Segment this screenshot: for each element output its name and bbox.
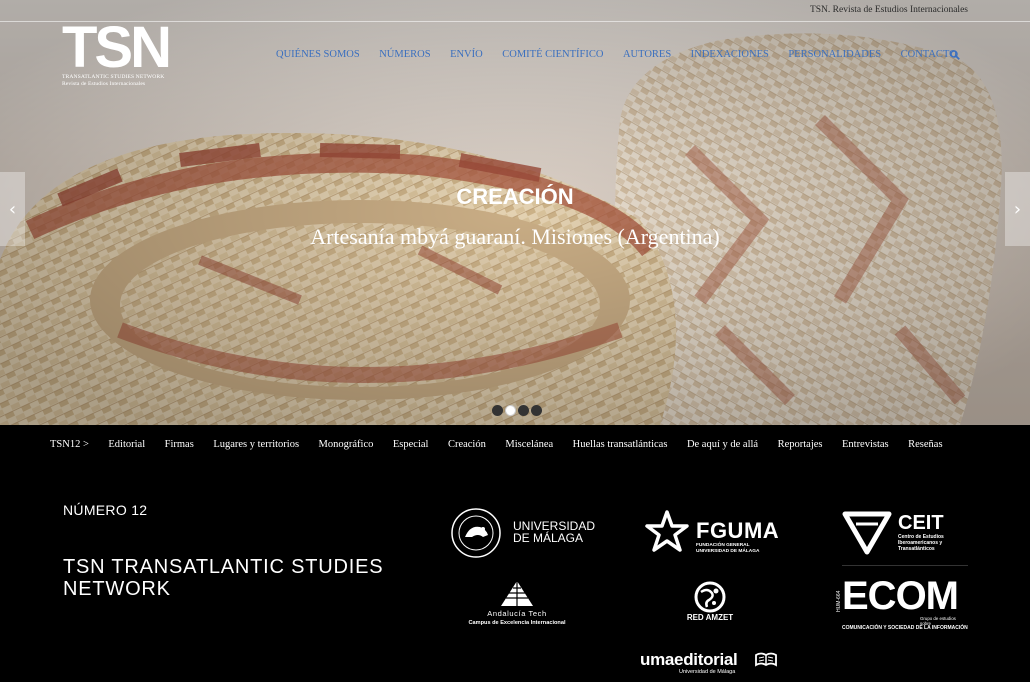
slide-title: CREACIÓN — [456, 184, 574, 209]
sponsor-uma-line2: DE MÁLAGA — [513, 531, 584, 545]
nav-item-quienes-somos[interactable]: QUIÉNES SOMOS — [276, 49, 360, 60]
section-item-entrevistas[interactable]: Entrevistas — [842, 439, 889, 450]
site-logo[interactable]: TSN TRANSATLANTIC STUDIES NETWORK Revist… — [62, 15, 172, 92]
section-item-huellas[interactable]: Huellas transatlánticas — [573, 439, 668, 450]
slider-dot[interactable] — [531, 405, 542, 416]
star-icon — [645, 510, 689, 552]
sponsor-umaeditorial-desc: Universidad de Málaga — [679, 669, 736, 675]
globe-icon — [694, 581, 726, 613]
nav-item-comite-cientifico[interactable]: COMITÉ CIENTÍFICO — [502, 49, 603, 60]
site-name: TSN. Revista de Estudios Internacionales — [809, 5, 968, 15]
sponsor-fguma-line2: UNIVERSIDAD DE MÁLAGA — [696, 549, 760, 554]
section-item-firmas[interactable]: Firmas — [165, 439, 194, 450]
sponsor-ceit-desc: Centro de Estudios Iberoamericanos y Tra… — [898, 534, 944, 552]
logo-tagline: Revista de Estudios Internacionales — [62, 81, 146, 87]
section-item-tsn12[interactable]: TSN12 > — [50, 439, 89, 450]
nav-item-contacto[interactable]: CONTACTO — [901, 49, 957, 60]
sponsor-ecom-desc2: COMUNICACIÓN Y SOCIEDAD DE LA INFORMACIÓ… — [842, 625, 968, 631]
section-item-editorial[interactable]: Editorial — [108, 439, 145, 450]
section-item-miscelanea[interactable]: Miscelánea — [505, 439, 553, 450]
university-seal-icon — [451, 508, 501, 558]
nav-item-autores[interactable]: AUTORES — [623, 49, 671, 60]
sponsor-ceit-logo[interactable]: CEIT Centro de Estudios Iberoamericanos … — [842, 510, 968, 566]
section-item-creacion[interactable]: Creación — [448, 439, 486, 450]
sponsor-umaeditorial-logo[interactable]: umaeditorial Universidad de Málaga — [640, 650, 780, 680]
slider-dot[interactable] — [518, 405, 529, 416]
sponsor-umaeditorial-name: umaeditorial — [640, 650, 738, 669]
sponsor-fguma-name: FGUMA — [696, 518, 780, 543]
slider-pagination — [492, 405, 542, 416]
nav-item-indexaciones[interactable]: INDEXACIONES — [691, 49, 769, 60]
sponsor-andalucia-tech-name: Andalucía Tech — [487, 609, 547, 618]
search-icon[interactable] — [950, 50, 960, 60]
sponsor-fguma-logo[interactable]: FGUMA FUNDACIÓN GENERAL UNIVERSIDAD DE M… — [645, 510, 779, 558]
divider — [842, 565, 968, 566]
nav-item-numeros[interactable]: NÚMEROS — [379, 49, 430, 60]
sponsor-ecom-logo[interactable]: HUM-664 ECOM Grupo de estudios sobre COM… — [836, 574, 968, 632]
section-item-monografico[interactable]: Monográfico — [319, 439, 374, 450]
issue-section-nav: TSN12 > Editorial Firmas Lugares y terri… — [0, 425, 1030, 465]
slide-subtitle: Artesanía mbyá guaraní. Misiones (Argent… — [310, 224, 720, 249]
sponsor-uma-logo[interactable]: UNIVERSIDAD DE MÁLAGA — [450, 507, 595, 559]
section-item-de-aqui[interactable]: De aquí y de allá — [687, 439, 758, 450]
section-item-resenas[interactable]: Reseñas — [908, 439, 942, 450]
sponsor-red-amzet-logo[interactable]: RED AMZET — [672, 580, 748, 630]
logo-wordmark: TSN — [62, 15, 172, 80]
issue-number: NÚMERO 12 — [63, 502, 148, 518]
main-nav: QUIÉNES SOMOS NÚMEROS ENVÍO COMITÉ CIENT… — [276, 49, 976, 60]
andalucia-tech-mark-icon — [501, 581, 533, 606]
sponsor-ecom-name: ECOM — [842, 574, 959, 618]
slider-dot[interactable] — [492, 405, 503, 416]
nav-item-envio[interactable]: ENVÍO — [450, 49, 483, 60]
section-item-lugares[interactable]: Lugares y territorios — [213, 439, 299, 450]
slider-dot-active[interactable] — [505, 405, 516, 416]
hero-slider: TSN. Revista de Estudios Internacionales… — [0, 0, 1030, 425]
sponsor-andalucia-tech-logo[interactable]: Andalucía Tech Campus de Excelencia Inte… — [458, 580, 576, 630]
sponsor-ceit-name: CEIT — [898, 512, 944, 534]
sponsor-red-amzet-name: RED AMZET — [686, 613, 734, 622]
sponsor-andalucia-tech-desc: Campus de Excelencia Internacional — [468, 620, 566, 626]
journal-title: TSN TRANSATLANTIC STUDIES NETWORK — [63, 556, 384, 600]
ceit-mark-icon — [842, 511, 892, 555]
open-book-icon — [755, 652, 777, 667]
nav-item-personalidades[interactable]: PERSONALIDADES — [788, 49, 881, 60]
logo-subtitle: TRANSATLANTIC STUDIES NETWORK — [62, 74, 165, 80]
section-item-reportajes[interactable]: Reportajes — [778, 439, 823, 450]
section-item-especial[interactable]: Especial — [393, 439, 429, 450]
